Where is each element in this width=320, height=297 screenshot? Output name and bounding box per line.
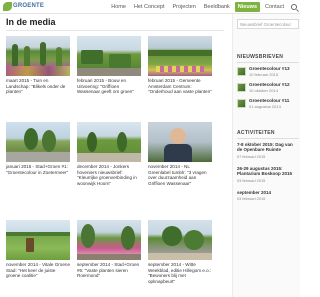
activity-title[interactable]: september 2014 xyxy=(237,190,299,195)
site-header: GROENTE Home Het Concept Projecten Beeld… xyxy=(0,0,300,14)
media-card[interactable]: november 2014 - Vitale Groene Stad: "Het… xyxy=(6,220,70,279)
media-card[interactable]: februari 2015 - Bouw en Uitvoering: "Gri… xyxy=(77,36,141,95)
media-card[interactable]: januari 2015 - Stad+Groen #1: "Groenteco… xyxy=(6,122,70,175)
search-icon[interactable] xyxy=(291,4,297,10)
logo-leaf-icon xyxy=(3,2,12,11)
newsletter-date: 10 februari 2015 xyxy=(249,72,279,77)
sidebar: Nieuwsbrief Groentecolour NIEUWSBRIEVEN … xyxy=(232,14,300,297)
activity-item[interactable]: 7-8 oktober 2015: Dag van de Openbare Ru… xyxy=(237,142,299,159)
newsletter-thumbnail[interactable] xyxy=(237,99,246,108)
media-grid: maart 2015 - Tuin en Landschap: "Blikels… xyxy=(6,36,224,297)
activity-date: 07 februari 2015 xyxy=(237,153,266,159)
media-card[interactable]: september 2014 - Witte Weekblad, editie … xyxy=(148,220,212,284)
media-card[interactable]: november 2014 - NL Greenlabel tumblr: "3… xyxy=(148,122,212,186)
media-thumbnail[interactable] xyxy=(6,122,70,162)
media-card[interactable]: september 2014 - Stad+Groen #6: "Vaste p… xyxy=(77,220,141,279)
media-caption[interactable]: januari 2015 - Stad+Groen #1: "Groenteco… xyxy=(6,164,70,175)
title-divider xyxy=(6,30,224,31)
site-logo[interactable]: GROENTE xyxy=(3,1,51,12)
sidebar-divider xyxy=(237,62,299,63)
media-caption[interactable]: september 2014 - Stad+Groen #6: "Vaste p… xyxy=(77,262,141,279)
media-card[interactable]: december 2014 - Jonkers hoveniers nieuws… xyxy=(77,122,141,186)
media-thumbnail[interactable] xyxy=(148,36,212,76)
logo-text: GROENTE xyxy=(13,3,45,9)
main-nav: Home Het Concept Projecten Beeldbank Nie… xyxy=(108,2,297,12)
nav-nieuws[interactable]: Nieuws xyxy=(234,2,261,12)
activity-item[interactable]: 26-29 augustus 2015: Plantarium Boskoop … xyxy=(237,166,299,183)
nav-contact[interactable]: Contact xyxy=(262,2,287,12)
newsletter-date: 10 oktober 2014 xyxy=(249,88,278,93)
activity-date: 03 februari 2015 xyxy=(237,177,266,183)
media-caption[interactable]: maart 2015 - Tuin en Landschap: "Blikels… xyxy=(6,78,70,95)
media-thumbnail[interactable] xyxy=(6,36,70,76)
activity-title[interactable]: 7-8 oktober 2015: Dag van de Openbare Ru… xyxy=(237,142,299,153)
newsletter-item[interactable]: Groentecolour #12 10 oktober 2014 xyxy=(237,82,301,96)
media-caption[interactable]: november 2014 - Vitale Groene Stad: "Het… xyxy=(6,262,70,279)
media-caption[interactable]: februari 2015 - Gemeente Amsterdam Centr… xyxy=(148,78,212,95)
page-title: In de media xyxy=(6,17,56,27)
media-thumbnail[interactable] xyxy=(148,220,212,260)
sidebar-divider xyxy=(237,138,299,139)
sidebar-search-input[interactable]: Nieuwsbrief Groentecolour xyxy=(237,19,299,29)
activity-title[interactable]: 26-29 augustus 2015: Plantarium Boskoop … xyxy=(237,166,299,177)
nav-home[interactable]: Home xyxy=(108,2,129,12)
activity-date: 03 februari 2015 xyxy=(237,196,266,202)
activity-item[interactable]: september 2014 03 februari 2015 xyxy=(237,190,299,201)
media-caption[interactable]: februari 2015 - Bouw en Uitvoering: "Gri… xyxy=(77,78,141,95)
media-thumbnail[interactable] xyxy=(77,122,141,162)
newsletter-title[interactable]: Groentecolour #11 xyxy=(249,98,289,103)
media-caption[interactable]: december 2014 - Jonkers hoveniers nieuws… xyxy=(77,164,141,186)
media-thumbnail[interactable] xyxy=(148,122,212,162)
media-card[interactable]: maart 2015 - Tuin en Landschap: "Blikels… xyxy=(6,36,70,95)
media-thumbnail[interactable] xyxy=(6,220,70,260)
newsletter-date: 01 augustus 2014 xyxy=(249,104,281,109)
activities-heading: ACTIVITEITEN xyxy=(237,130,275,136)
newsletter-title[interactable]: Groentecolour #13 xyxy=(249,66,290,71)
media-thumbnail[interactable] xyxy=(77,36,141,76)
media-card[interactable]: februari 2015 - Gemeente Amsterdam Centr… xyxy=(148,36,212,95)
nav-beeldbank[interactable]: Beeldbank xyxy=(201,2,233,12)
nav-projecten[interactable]: Projecten xyxy=(170,2,199,12)
newsletter-item[interactable]: Groentecolour #13 10 februari 2015 xyxy=(237,66,301,80)
newsletters-heading: NIEUWSBRIEVEN xyxy=(237,54,284,60)
nav-het-concept[interactable]: Het Concept xyxy=(131,2,168,12)
newsletter-item[interactable]: Groentecolour #11 01 augustus 2014 xyxy=(237,98,301,112)
newsletter-thumbnail[interactable] xyxy=(237,83,246,92)
media-thumbnail[interactable] xyxy=(77,220,141,260)
newsletter-thumbnail[interactable] xyxy=(237,67,246,76)
media-caption[interactable]: november 2014 - NL Greenlabel tumblr: "3… xyxy=(148,164,212,186)
media-caption[interactable]: september 2014 - Witte Weekblad, editie … xyxy=(148,262,212,284)
newsletter-title[interactable]: Groentecolour #12 xyxy=(249,82,290,87)
